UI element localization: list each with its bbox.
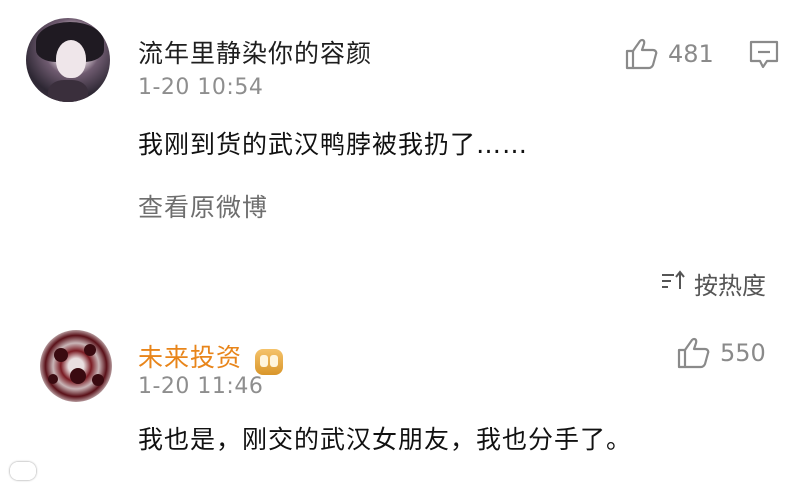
comment-icon[interactable] xyxy=(748,38,780,74)
sort-icon xyxy=(660,269,686,299)
watermark xyxy=(10,462,36,480)
sort-button[interactable]: 按热度 xyxy=(660,266,766,301)
vip-badge-icon xyxy=(255,348,284,375)
like-button[interactable]: 481 xyxy=(624,38,714,70)
sort-label: 按热度 xyxy=(694,272,766,300)
comment-time: 1-20 11:46 xyxy=(138,374,264,399)
avatar[interactable] xyxy=(40,330,112,402)
comment-username[interactable]: 未来投资 xyxy=(138,343,242,372)
watermark-logo-icon xyxy=(10,462,36,480)
like-button[interactable]: 550 xyxy=(676,337,766,369)
comment-text: 我也是，刚交的武汉女朋友，我也分手了。 xyxy=(138,425,633,454)
like-count: 550 xyxy=(720,339,766,367)
like-count: 481 xyxy=(668,40,714,68)
avatar[interactable] xyxy=(26,18,110,102)
comment-username[interactable]: 流年里静染你的容颜 xyxy=(138,34,372,70)
view-original-link[interactable]: 查看原微博 xyxy=(138,188,268,224)
thumbs-up-icon xyxy=(676,337,710,369)
comment-text: 我刚到货的武汉鸭脖被我扔了…… xyxy=(138,130,529,159)
username-row: 未来投资 xyxy=(138,338,284,375)
comment-time: 1-20 10:54 xyxy=(138,75,264,100)
thumbs-up-icon xyxy=(624,38,658,70)
